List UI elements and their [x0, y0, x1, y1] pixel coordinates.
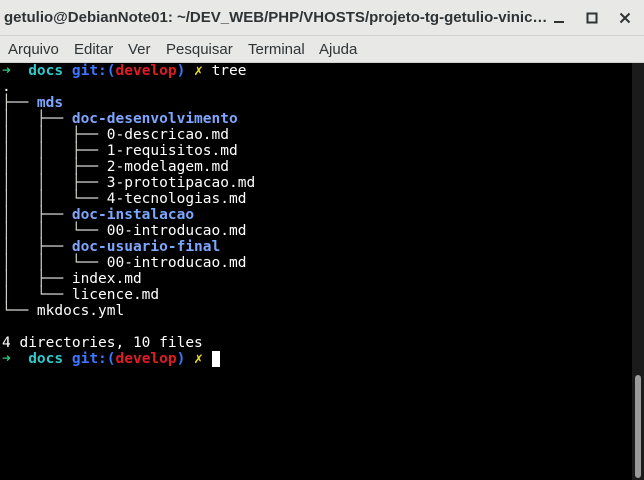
- minimize-icon: [554, 21, 564, 23]
- tree-branch: │ └──: [2, 287, 72, 303]
- tree-file: 3-prototipacao.md: [106, 175, 256, 191]
- terminal-output[interactable]: ➜ docs git:(develop) ✗ tree . ├── mds │ …: [0, 63, 632, 480]
- tree-file: 1-requisitos.md: [106, 143, 238, 159]
- prompt-directory: docs: [28, 351, 64, 367]
- tree-file: 00-introducao.md: [106, 255, 247, 271]
- dirty-mark: ✗: [194, 63, 203, 79]
- tree-line: │ │ └── 00-introducao.md: [2, 223, 246, 239]
- terminal-window: getulio@DebianNote01: ~/DEV_WEB/PHP/VHOS…: [0, 0, 644, 480]
- tree-directory: doc-desenvolvimento: [71, 111, 238, 127]
- tree-line: │ ├── index.md: [2, 271, 142, 287]
- tree-root-line: .: [2, 79, 11, 95]
- menu-pesquisar[interactable]: Pesquisar: [166, 41, 233, 58]
- tree-branch: │ │ ├──: [2, 127, 107, 143]
- close-button[interactable]: [615, 8, 635, 28]
- menu-bar: Arquivo Editar Ver Pesquisar Terminal Aj…: [0, 36, 644, 63]
- tree-branch: │ ├──: [2, 239, 72, 255]
- tree-line: │ │ ├── 1-requisitos.md: [2, 143, 238, 159]
- tree-branch: │ ├──: [2, 207, 72, 223]
- tree-branch: │ ├──: [2, 271, 72, 287]
- menu-terminal[interactable]: Terminal: [248, 41, 305, 58]
- tree-branch: │ ├──: [2, 111, 72, 127]
- tree-line: ├── mds: [2, 95, 63, 111]
- tree-line: │ │ └── 4-tecnologias.md: [2, 191, 246, 207]
- prompt-arrow: ➜: [2, 351, 11, 367]
- tree-branch: │ │ ├──: [2, 143, 107, 159]
- tree-branch: │ │ └──: [2, 255, 107, 271]
- maximize-icon: [586, 12, 598, 24]
- tree-branch: │ │ ├──: [2, 175, 107, 191]
- tree-file: 0-descricao.md: [106, 127, 229, 143]
- text-cursor: [211, 351, 220, 367]
- git-branch: develop: [115, 63, 177, 79]
- maximize-button[interactable]: [582, 8, 602, 28]
- command-text: tree: [211, 63, 247, 79]
- tree-branch: │ │ └──: [2, 191, 107, 207]
- tree-file: 2-modelagem.md: [106, 159, 229, 175]
- menu-ajuda[interactable]: Ajuda: [319, 41, 357, 58]
- tree-directory: doc-usuario-final: [71, 239, 221, 255]
- tree-file: mkdocs.yml: [36, 303, 125, 319]
- prompt-arrow: ➜: [2, 63, 11, 79]
- tree-line: │ │ ├── 2-modelagem.md: [2, 159, 229, 175]
- tree-line: │ │ └── 00-introducao.md: [2, 255, 246, 271]
- git-suffix: ): [176, 351, 186, 367]
- tree-line: └── mkdocs.yml: [2, 303, 124, 319]
- scrollbar-thumb[interactable]: [635, 375, 641, 478]
- tree-line: │ ├── doc-instalacao: [2, 207, 194, 223]
- tree-line: │ └── licence.md: [2, 287, 159, 303]
- tree-branch: └──: [2, 303, 37, 319]
- git-branch: develop: [115, 351, 177, 367]
- scrollbar[interactable]: [632, 63, 644, 480]
- git-suffix: ): [176, 63, 186, 79]
- git-prefix: git:(: [71, 63, 116, 79]
- tree-line: │ │ ├── 3-prototipacao.md: [2, 175, 255, 191]
- minimize-button[interactable]: [549, 8, 569, 28]
- tree-line: │ ├── doc-desenvolvimento: [2, 111, 238, 127]
- prompt-directory: docs: [28, 63, 64, 79]
- tree-file: 4-tecnologias.md: [106, 191, 247, 207]
- tree-root: .: [2, 79, 11, 95]
- tree-directory: doc-instalacao: [71, 207, 195, 223]
- tree-directory: mds: [36, 95, 64, 111]
- menu-arquivo[interactable]: Arquivo: [8, 41, 59, 58]
- tree-file: licence.md: [71, 287, 160, 303]
- tree-line: │ │ ├── 0-descricao.md: [2, 127, 229, 143]
- tree-branch: ├──: [2, 95, 37, 111]
- tree-branch: │ │ └──: [2, 223, 107, 239]
- tree-line: │ ├── doc-usuario-final: [2, 239, 220, 255]
- menu-ver[interactable]: Ver: [128, 41, 151, 58]
- tree-summary: 4 directories, 10 files: [2, 335, 203, 351]
- git-prefix: git:(: [71, 351, 116, 367]
- window-title: getulio@DebianNote01: ~/DEV_WEB/PHP/VHOS…: [4, 9, 549, 26]
- menu-editar[interactable]: Editar: [74, 41, 113, 58]
- dirty-mark: ✗: [194, 351, 203, 367]
- tree-file: index.md: [71, 271, 142, 287]
- close-icon: [619, 12, 631, 24]
- prompt-line: ➜ docs git:(develop) ✗ tree: [2, 63, 246, 79]
- prompt-line: ➜ docs git:(develop) ✗: [2, 351, 220, 367]
- title-bar[interactable]: getulio@DebianNote01: ~/DEV_WEB/PHP/VHOS…: [0, 0, 644, 36]
- tree-branch: │ │ ├──: [2, 159, 107, 175]
- tree-file: 00-introducao.md: [106, 223, 247, 239]
